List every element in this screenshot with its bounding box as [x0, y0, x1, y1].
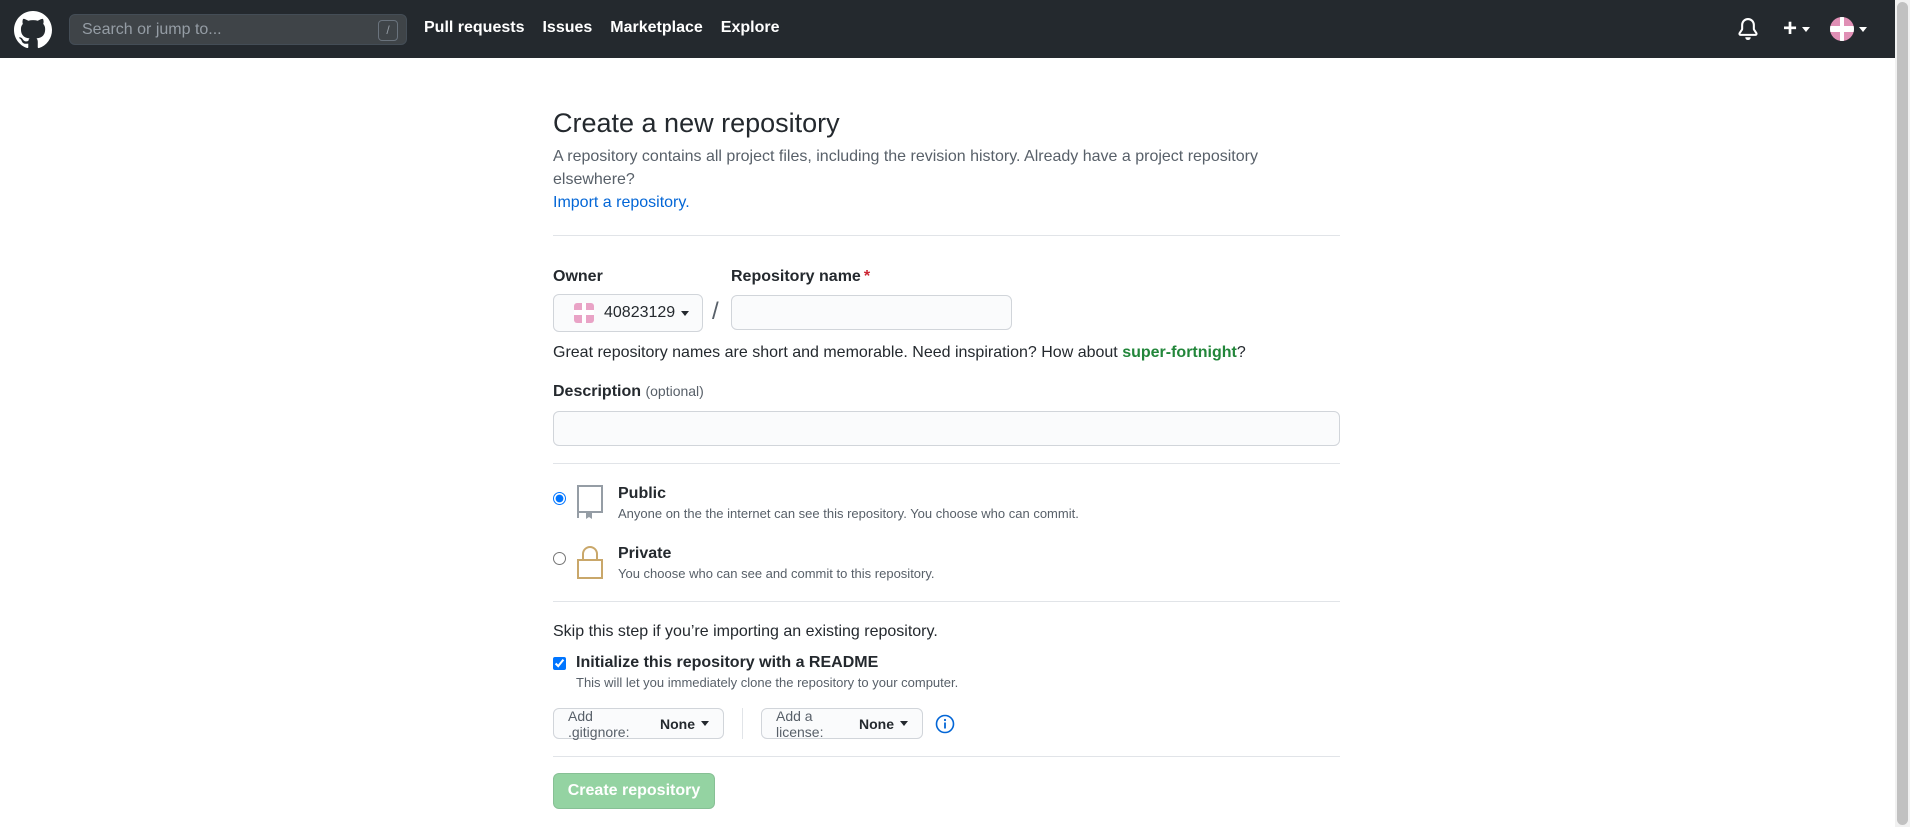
avatar — [1830, 17, 1854, 41]
divider — [553, 235, 1340, 236]
private-text: Private You choose who can see and commi… — [618, 544, 935, 581]
chevron-down-icon — [681, 310, 690, 316]
license-value: None — [859, 715, 894, 732]
public-title: Public — [618, 485, 667, 502]
description-input[interactable] — [553, 411, 1340, 446]
description-label-text: Description — [553, 383, 642, 400]
skip-note: Skip this step if you’re importing an ex… — [553, 623, 938, 640]
gitignore-select[interactable]: Add .gitignore: None — [553, 707, 724, 740]
nav-explore[interactable]: Explore — [721, 19, 780, 37]
private-desc: You choose who can see and commit to thi… — [618, 566, 935, 581]
subtitle-text: A repository contains all project files,… — [553, 148, 1258, 188]
visibility-option-public[interactable]: Public Anyone on the the internet can se… — [553, 484, 1079, 521]
readme-label: Initialize this repository with a README — [576, 654, 879, 671]
github-logo-icon[interactable] — [14, 11, 52, 49]
readme-desc: This will let you immediately clone the … — [576, 675, 959, 690]
header-nav: Pull requests Issues Marketplace Explore — [424, 19, 797, 37]
bell-icon[interactable] — [1737, 17, 1759, 41]
divider — [553, 756, 1340, 757]
search-box[interactable]: / — [69, 14, 407, 45]
visibility-group: Public Anyone on the the internet can se… — [553, 464, 1340, 601]
public-radio[interactable] — [553, 492, 566, 505]
scrollbar-thumb[interactable] — [1897, 2, 1908, 825]
owner-repo-row: Owner Repository name * 40823129 / — [553, 268, 1340, 340]
scrollbar[interactable] — [1895, 0, 1910, 827]
owner-name: 40823129 — [604, 304, 676, 321]
description-optional: (optional) — [645, 383, 704, 399]
owner-label: Owner — [553, 268, 603, 285]
lock-icon — [577, 546, 603, 579]
private-title: Private — [618, 545, 672, 562]
readme-option[interactable]: Initialize this repository with a README… — [553, 653, 1340, 690]
readme-text: Initialize this repository with a README… — [576, 653, 958, 690]
license-select[interactable]: Add a license: None — [761, 707, 923, 740]
visibility-option-private[interactable]: Private You choose who can see and commi… — [553, 544, 935, 581]
info-icon[interactable] — [935, 714, 955, 734]
description-group: Description (optional) — [553, 383, 1340, 446]
owner-select[interactable]: 40823129 — [553, 294, 703, 332]
header-right: + — [1737, 17, 1867, 41]
nav-issues[interactable]: Issues — [542, 19, 592, 37]
plus-icon: + — [1782, 15, 1797, 42]
name-hint-suffix: ? — [1236, 344, 1246, 361]
public-desc: Anyone on the the internet can see this … — [618, 506, 1079, 521]
separator — [742, 708, 743, 739]
readme-checkbox[interactable] — [553, 657, 566, 670]
name-hint: Great repository names are short and mem… — [553, 344, 1340, 362]
chevron-down-icon — [1802, 26, 1810, 32]
new-repo-form: Create a new repository A repository con… — [553, 108, 1340, 809]
user-menu-dropdown[interactable] — [1830, 17, 1867, 41]
owner-repo-slash: / — [712, 298, 719, 325]
private-radio[interactable] — [553, 552, 566, 565]
required-mark: * — [863, 268, 871, 285]
repo-icon — [577, 485, 603, 519]
description-label: Description (optional) — [553, 383, 1340, 401]
repo-name-label: Repository name * — [731, 268, 870, 286]
chevron-down-icon — [701, 721, 709, 726]
license-label: Add a license: — [776, 707, 824, 740]
repo-name-label-text: Repository name — [731, 268, 861, 285]
repository-name-input[interactable] — [731, 295, 1012, 330]
search-input[interactable] — [70, 15, 406, 44]
nav-marketplace[interactable]: Marketplace — [610, 19, 703, 37]
chevron-down-icon — [900, 721, 908, 726]
page-title: Create a new repository — [553, 108, 840, 138]
name-hint-prefix: Great repository names are short and mem… — [553, 344, 1123, 361]
import-repository-link[interactable]: Import a repository. — [553, 194, 690, 211]
page-subtitle: A repository contains all project files,… — [553, 145, 1340, 214]
name-suggestion-link[interactable]: super-fortnight — [1122, 344, 1237, 361]
create-repository-button[interactable]: Create repository — [553, 773, 715, 809]
public-text: Public Anyone on the the internet can se… — [618, 484, 1079, 521]
gitignore-value: None — [660, 715, 695, 732]
slash-shortcut-key: / — [378, 20, 398, 41]
create-new-dropdown[interactable]: + — [1782, 15, 1810, 42]
gitignore-label: Add .gitignore: — [568, 707, 630, 740]
chevron-down-icon — [1859, 26, 1867, 32]
nav-pull-requests[interactable]: Pull requests — [424, 19, 524, 37]
top-header: / Pull requests Issues Marketplace Explo… — [0, 0, 1895, 58]
init-options-row: Add .gitignore: None Add a license: None — [553, 707, 1340, 740]
owner-avatar — [574, 303, 594, 323]
divider — [553, 601, 1340, 602]
